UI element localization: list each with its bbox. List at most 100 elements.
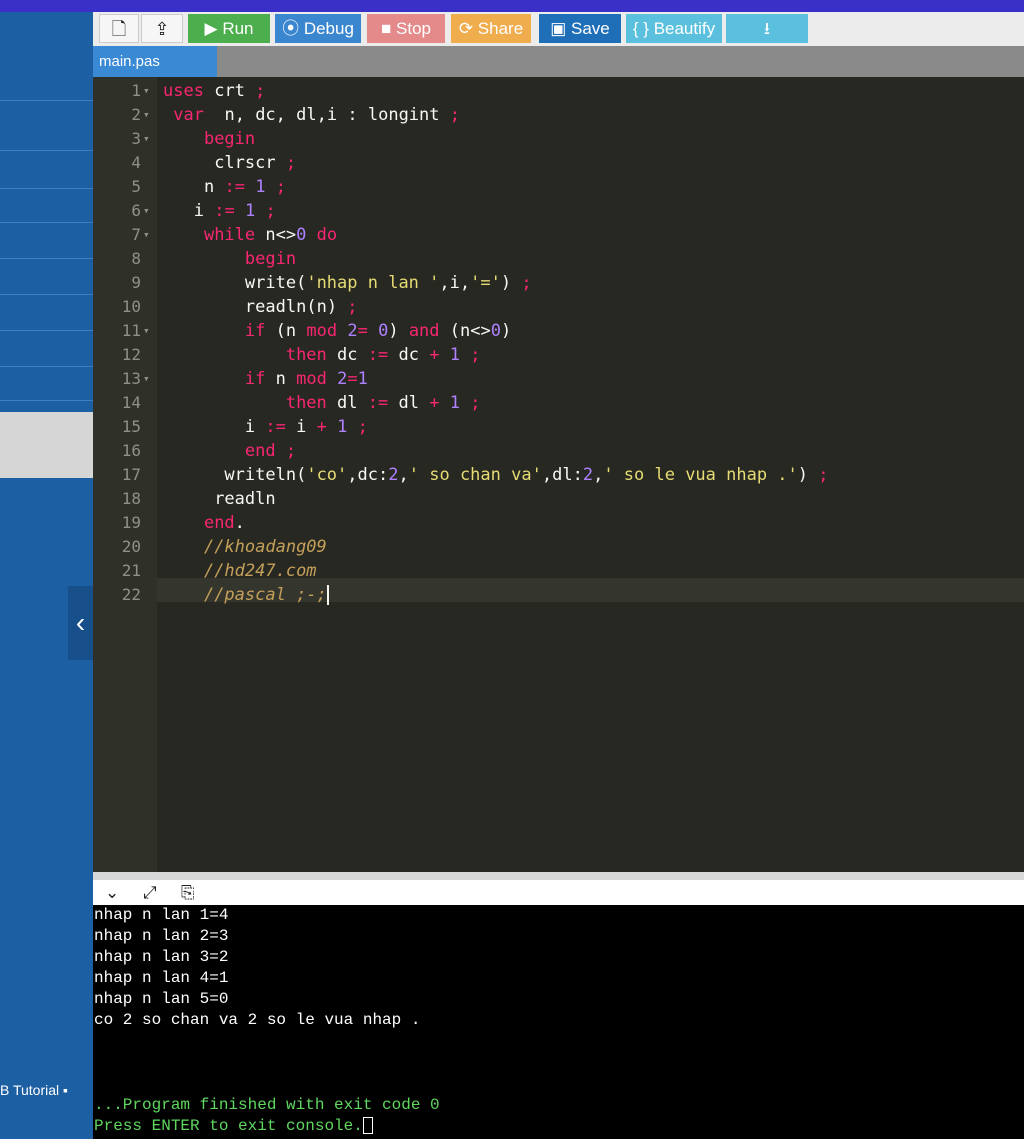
sidebar-ad-block (0, 412, 93, 478)
console-line: nhap n lan 3=2 (94, 948, 229, 966)
stop-icon: ■ (381, 19, 392, 38)
fold-arrow-icon[interactable]: ▾ (143, 223, 150, 247)
share-button[interactable]: ⟳ Share (451, 14, 531, 43)
code-line: if (n mod 2= 0) and (n<>0) (244, 321, 512, 341)
line-number: 21 (121, 561, 141, 580)
window-top-bar (0, 0, 1024, 12)
code-line: readln (214, 489, 276, 509)
save-button[interactable]: ▣ Save (539, 14, 621, 43)
stop-button[interactable]: ■ Stop (367, 14, 445, 43)
console-prompt-text: Press ENTER to exit console. (94, 1117, 363, 1135)
line-number: 9 (131, 273, 141, 292)
code-line: while n<>0 do (203, 225, 338, 245)
copy-icon[interactable]: ⎘ (181, 882, 195, 904)
play-icon: ▶ (204, 19, 218, 38)
sidebar-divider (0, 150, 93, 151)
save-icon: ▣ (550, 19, 567, 38)
sidebar-divider (0, 330, 93, 331)
expand-icon[interactable]: ⤢ (143, 882, 157, 904)
debug-icon: ⦿ (282, 19, 300, 38)
code-line: readln(n) ; (244, 297, 358, 317)
fold-arrow-icon[interactable]: ▾ (143, 319, 150, 343)
chevron-left-icon: ‹ (75, 607, 86, 638)
line-number: 14 (121, 393, 141, 412)
chevron-down-icon[interactable]: ⌄ (105, 882, 119, 904)
code-line: //khoadang09 (203, 537, 327, 557)
upload-button[interactable]: ⇪ (141, 14, 183, 43)
line-number: 16 (121, 441, 141, 460)
line-number: 4 (131, 153, 141, 172)
console-line: nhap n lan 5=0 (94, 990, 229, 1008)
new-file-icon: 🗋 (111, 19, 127, 39)
tab-main-pas[interactable]: main.pas (93, 46, 217, 77)
sidebar-divider (0, 366, 93, 367)
code-line: begin (203, 129, 256, 149)
new-file-button[interactable]: 🗋 (99, 14, 139, 43)
line-number: 2 (131, 105, 141, 124)
run-label: Run (222, 19, 254, 38)
debug-label: Debug (303, 19, 354, 38)
line-number: 6 (131, 201, 141, 220)
upload-icon: ⇪ (154, 19, 170, 39)
console-resize-handle[interactable] (93, 872, 1024, 880)
code-line: n := 1 ; (203, 177, 286, 197)
sidebar-divider (0, 188, 93, 189)
console-cursor (362, 1117, 373, 1135)
toolbar: 🗋 ⇪ ▶ Run ⦿ Debug ■ Stop ⟳ Share ▣ Save … (93, 12, 1024, 46)
fold-arrow-icon[interactable]: ▾ (143, 79, 150, 103)
console-exit-message: ...Program finished with exit code 0 (94, 1096, 440, 1114)
code-line: i := i + 1 ; (244, 417, 368, 437)
fold-arrow-icon[interactable]: ▾ (143, 127, 150, 151)
fold-arrow-icon[interactable]: ▾ (143, 199, 150, 223)
code-line: end ; (244, 441, 297, 461)
share-icon: ⟳ (458, 19, 474, 38)
line-number: 18 (121, 489, 141, 508)
code-line: if n mod 2=1 (244, 369, 368, 389)
console-line: co 2 so chan va 2 so le vua nhap . (94, 1011, 421, 1029)
beautify-button[interactable]: { } Beautify (626, 14, 722, 43)
sidebar-divider (0, 222, 93, 223)
sidebar-tutorial-link[interactable]: B Tutorial ▪ (0, 1082, 68, 1098)
sidebar (0, 12, 93, 1139)
code-line: write('nhap n lan ',i,'=') ; (244, 273, 532, 293)
sidebar-collapse-button[interactable]: ‹ (68, 586, 93, 660)
code-line: then dl := dl + 1 ; (285, 393, 481, 413)
code-line: end. (203, 513, 245, 533)
line-number: 17 (121, 465, 141, 484)
run-button[interactable]: ▶ Run (188, 14, 270, 43)
download-button[interactable]: ⭳ (726, 14, 808, 43)
output-console[interactable]: nhap n lan 1=4 nhap n lan 2=3 nhap n lan… (93, 905, 1024, 1139)
fold-arrow-icon[interactable]: ▾ (143, 103, 150, 127)
beautify-label: Beautify (653, 19, 716, 38)
line-number: 22 (121, 585, 141, 604)
console-line: nhap n lan 2=3 (94, 927, 229, 945)
sidebar-divider (0, 400, 93, 401)
download-icon: ⭳ (764, 19, 770, 38)
line-number: 11 (121, 321, 141, 340)
line-number-gutter: 1 2 3 4 5 6 7 8 9 10 11 12 13 14 15 16 1… (93, 77, 157, 872)
line-number: 5 (131, 177, 141, 196)
code-line: uses crt ; (163, 81, 266, 101)
line-number: 3 (131, 129, 141, 148)
code-line: then dc := dc + 1 ; (285, 345, 481, 365)
line-number: 1 (131, 81, 141, 100)
line-number: 8 (131, 249, 141, 268)
line-number: 12 (121, 345, 141, 364)
braces-icon: { } (632, 19, 649, 38)
line-number: 10 (121, 297, 141, 316)
fold-arrow-icon[interactable]: ▾ (143, 367, 150, 391)
line-number: 19 (121, 513, 141, 532)
stop-label: Stop (396, 19, 431, 38)
console-line: nhap n lan 4=1 (94, 969, 229, 987)
code-line: //pascal ;-; (203, 585, 329, 605)
line-number: 13 (121, 369, 141, 388)
console-line: nhap n lan 1=4 (94, 906, 229, 924)
code-editor[interactable]: 1 2 3 4 5 6 7 8 9 10 11 12 13 14 15 16 1… (93, 77, 1024, 872)
console-press-enter: Press ENTER to exit console. (94, 1116, 373, 1137)
code-line: //hd247.com (203, 561, 317, 581)
code-line: i := 1 ; (193, 201, 276, 221)
line-number: 7 (131, 225, 141, 244)
save-label: Save (571, 19, 610, 38)
code-line: begin (244, 249, 297, 269)
debug-button[interactable]: ⦿ Debug (275, 14, 361, 43)
